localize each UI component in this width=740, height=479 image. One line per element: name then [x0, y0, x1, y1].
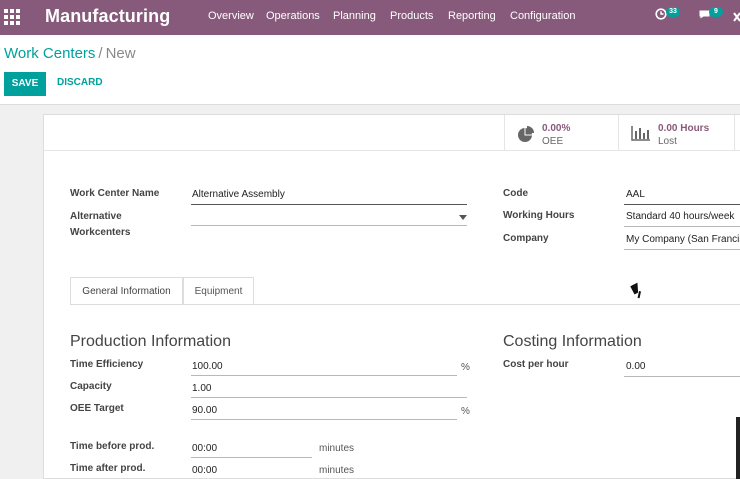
- code-input[interactable]: AAL: [626, 187, 645, 203]
- oee-label: OEE: [542, 136, 564, 147]
- top-navbar: Manufacturing Overview Operations Planni…: [0, 0, 740, 35]
- company-label: Company: [503, 233, 549, 244]
- oee-target-label: OEE Target: [70, 403, 124, 414]
- company-input[interactable]: My Company (San Francisco): [626, 232, 740, 248]
- menu-reporting[interactable]: Reporting: [448, 10, 496, 22]
- pie-chart-icon: [518, 126, 534, 142]
- time-before-production-input[interactable]: 00:00: [192, 441, 217, 457]
- working-hours-underline: [624, 226, 740, 227]
- cost-per-hour-underline: [624, 376, 740, 377]
- time-efficiency-unit: %: [461, 362, 470, 373]
- close-icon[interactable]: [732, 11, 740, 23]
- working-hours-input[interactable]: Standard 40 hours/week: [626, 209, 740, 225]
- working-hours-label: Working Hours: [503, 210, 575, 221]
- lost-value: 0.00 Hours: [658, 123, 710, 134]
- time-after-production-input[interactable]: 00:00: [192, 463, 217, 479]
- company-underline: [624, 249, 740, 250]
- alternative-label-line-2: Workcenters: [70, 227, 131, 238]
- lost-stat-button[interactable]: 0.00 Hours Lost: [618, 115, 732, 151]
- grid-icon[interactable]: [4, 9, 20, 25]
- cost-per-hour-label: Cost per hour: [503, 359, 569, 370]
- smart-button-divider: [734, 115, 740, 151]
- alternative-label-line-1: Alternative: [70, 211, 122, 222]
- oee-target-unit: %: [461, 406, 470, 417]
- caret-down-icon[interactable]: [459, 215, 467, 220]
- activity-menu[interactable]: 33: [655, 7, 680, 26]
- breadcrumb-current: New: [105, 45, 136, 62]
- discard-button[interactable]: DISCARD: [57, 77, 103, 88]
- oee-target-underline: [191, 419, 457, 420]
- time-after-production-unit: minutes: [319, 465, 355, 476]
- alternative-workcenters-input[interactable]: [191, 225, 467, 226]
- bar-chart-icon: [631, 126, 650, 141]
- tab-equipment[interactable]: Equipment: [183, 277, 254, 305]
- breadcrumb-separator: /: [98, 45, 103, 62]
- menu-configuration[interactable]: Configuration: [510, 10, 575, 22]
- capacity-label: Capacity: [70, 381, 112, 392]
- time-before-production-unit: minutes: [319, 443, 355, 454]
- tabs-divider: [70, 304, 740, 305]
- activity-count-badge: 33: [666, 7, 680, 17]
- capacity-input[interactable]: 1.00: [192, 381, 211, 397]
- tab-general-information[interactable]: General Information: [70, 277, 183, 305]
- time-before-production-label: Time before prod.: [70, 441, 155, 452]
- save-button[interactable]: SAVE: [4, 72, 46, 96]
- work-center-name-label: Work Center Name: [70, 188, 160, 199]
- time-after-production-label: Time after prod.: [70, 463, 146, 474]
- messages-menu[interactable]: 9: [698, 7, 723, 26]
- time-efficiency-underline: [191, 375, 457, 376]
- work-center-name-input[interactable]: Alternative Assembly: [192, 187, 285, 203]
- right-edge-overlay: [736, 417, 740, 479]
- production-information-title: Production Information: [70, 333, 231, 350]
- menu-planning[interactable]: Planning: [333, 10, 376, 22]
- menu-products[interactable]: Products: [390, 10, 433, 22]
- oee-stat-button[interactable]: 0.00% OEE: [504, 115, 618, 151]
- code-label: Code: [503, 188, 528, 199]
- work-center-name-underline: [191, 204, 467, 205]
- menu-operations[interactable]: Operations: [266, 10, 320, 22]
- cost-per-hour-input[interactable]: 0.00: [626, 359, 645, 375]
- lost-label: Lost: [658, 136, 677, 147]
- oee-target-input[interactable]: 90.00: [192, 403, 217, 419]
- message-count-badge: 9: [709, 7, 723, 17]
- menu-overview[interactable]: Overview: [208, 10, 254, 22]
- smart-button-bar: 0.00% OEE 0.00 Hours Lost: [44, 115, 740, 151]
- time-efficiency-label: Time Efficiency: [70, 359, 144, 370]
- control-panel: Work Centers / New SAVE DISCARD: [0, 35, 740, 105]
- breadcrumb-work-centers[interactable]: Work Centers: [4, 45, 95, 62]
- code-underline: [624, 204, 740, 205]
- time-before-production-underline: [191, 457, 312, 458]
- app-title[interactable]: Manufacturing: [45, 6, 170, 27]
- time-efficiency-input[interactable]: 100.00: [192, 359, 223, 375]
- oee-value: 0.00%: [542, 123, 571, 134]
- costing-information-title: Costing Information: [503, 333, 642, 350]
- breadcrumb: Work Centers / New: [4, 45, 136, 62]
- capacity-underline: [191, 397, 467, 398]
